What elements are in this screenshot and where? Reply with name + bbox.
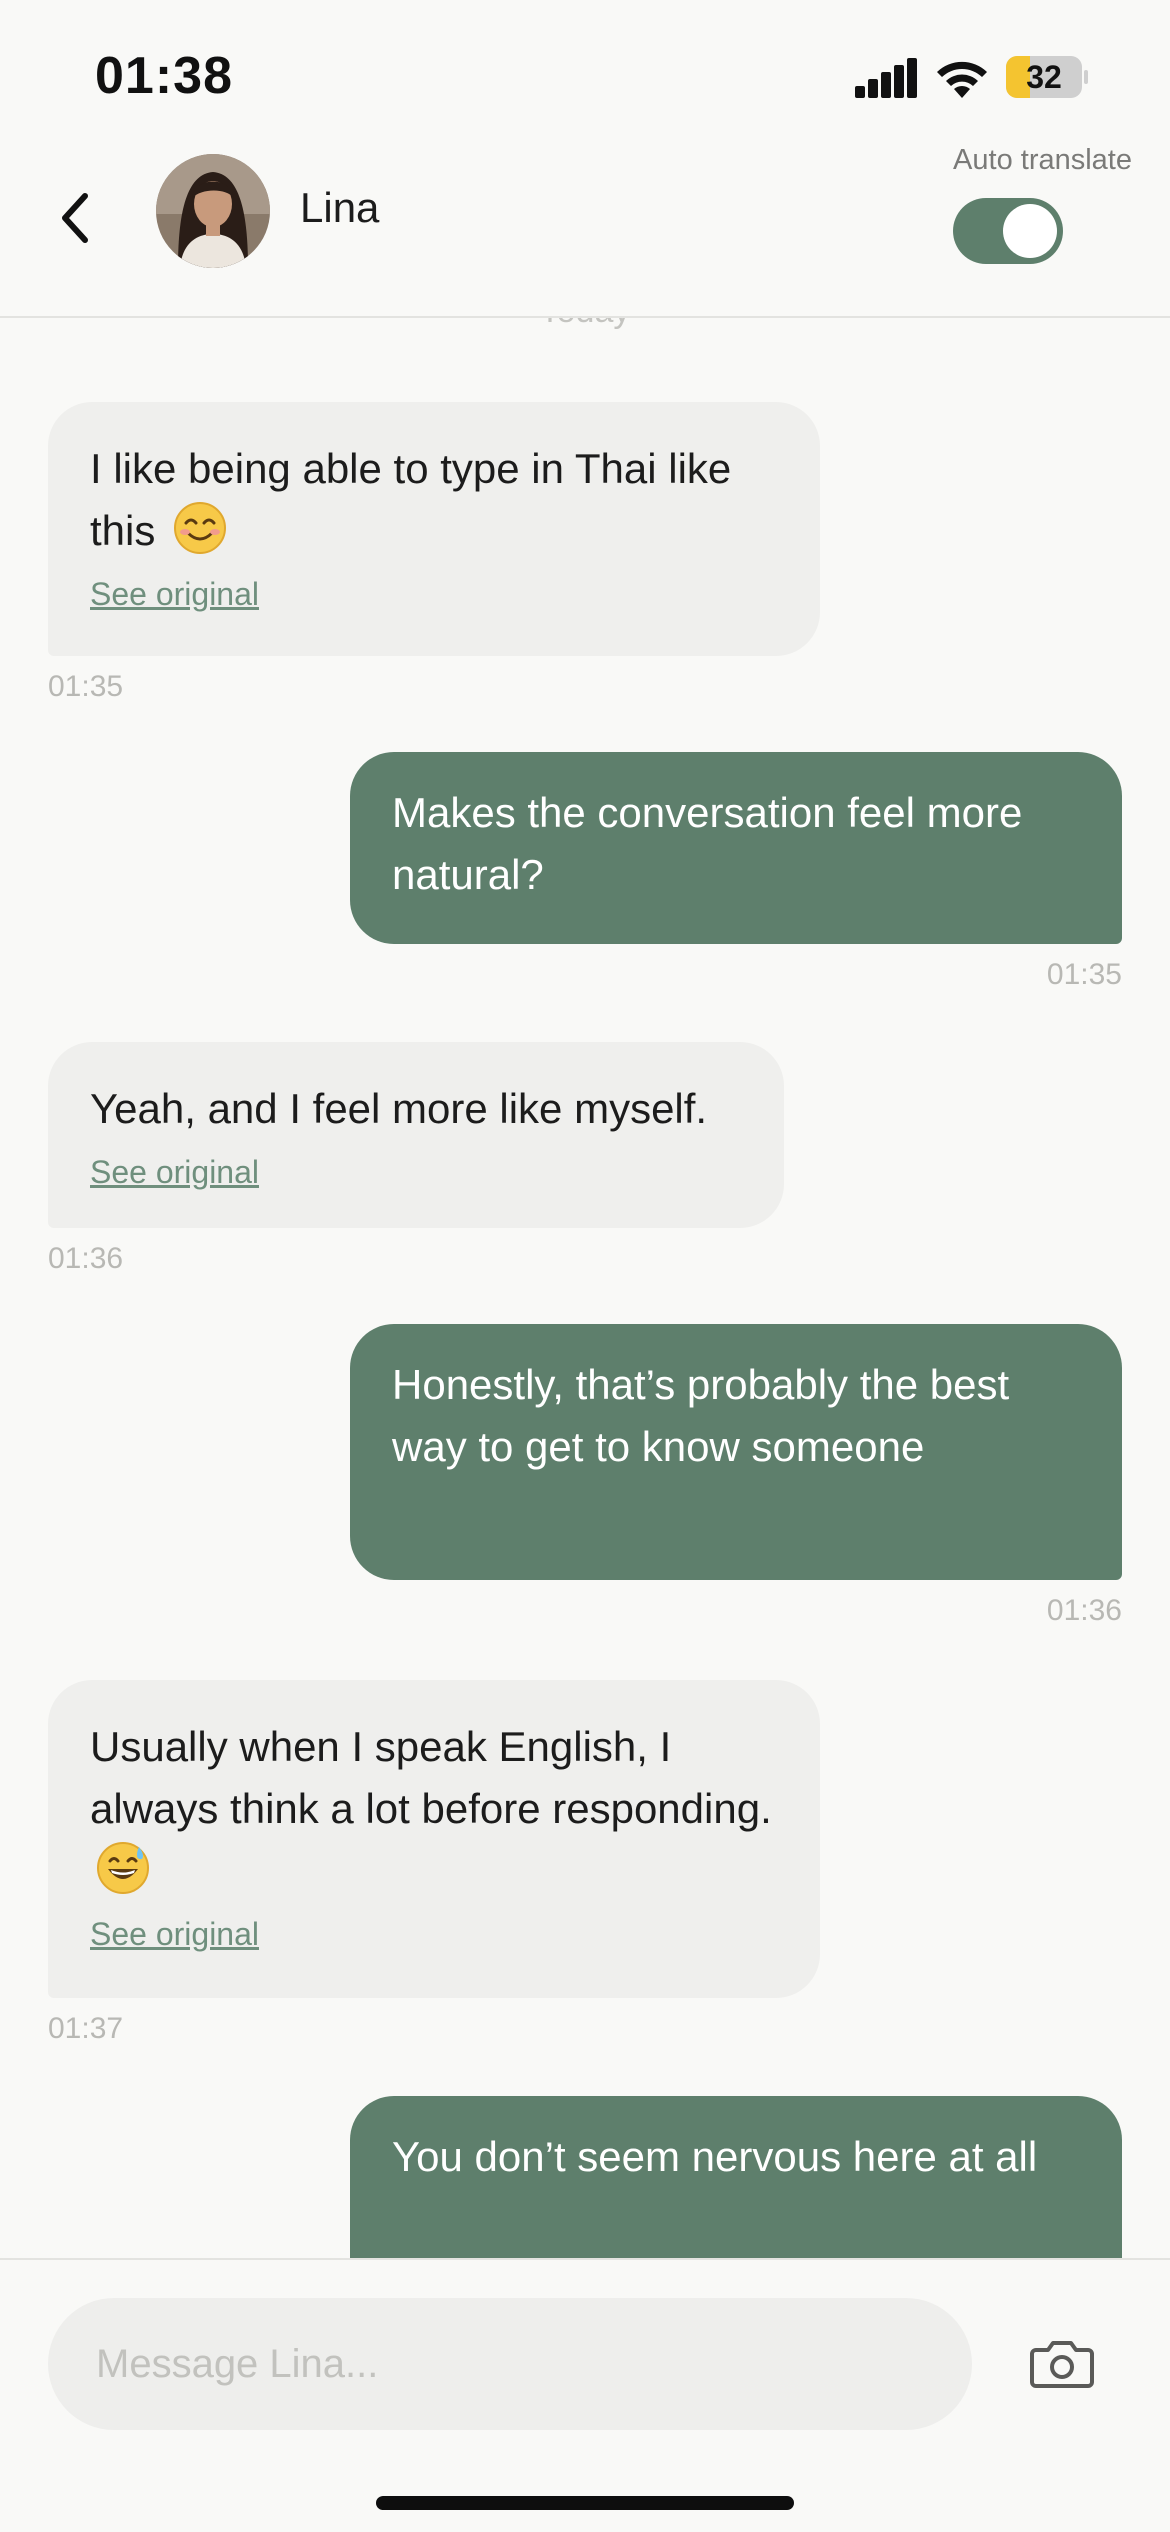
incoming-message-bubble: I like being able to type in Thai like t… bbox=[48, 402, 820, 656]
outgoing-message-bubble: Makes the conversation feel more natural… bbox=[350, 752, 1122, 944]
status-bar: 01:38 32 bbox=[0, 0, 1170, 140]
home-indicator bbox=[376, 2496, 794, 2510]
day-divider: Today bbox=[0, 318, 1170, 331]
outgoing-message-bubble: You don’t seem nervous here at all bbox=[350, 2096, 1122, 2260]
avatar[interactable] bbox=[156, 154, 270, 268]
message-text: Yeah, and I feel more like myself. bbox=[90, 1085, 708, 1132]
message-text: Usually when I speak English, I always t… bbox=[90, 1723, 772, 1832]
battery-icon: 32 bbox=[1006, 56, 1088, 98]
chat-screen: 01:38 32 Lina Auto translate I like bein… bbox=[0, 0, 1170, 2532]
auto-translate-toggle[interactable] bbox=[953, 198, 1063, 264]
status-time: 01:38 bbox=[95, 47, 233, 105]
message-list[interactable]: Today I like being able to type in Thai … bbox=[0, 318, 1170, 2260]
see-original-link[interactable]: See original bbox=[90, 1914, 778, 1954]
message-text: Makes the conversation feel more natural… bbox=[392, 789, 1023, 898]
message-input[interactable] bbox=[48, 2298, 972, 2430]
message-text: You don’t seem nervous here at all bbox=[392, 2133, 1038, 2180]
incoming-message-bubble: Yeah, and I feel more like myself. See o… bbox=[48, 1042, 784, 1228]
message-timestamp: 01:35 bbox=[48, 670, 124, 703]
message-timestamp: 01:36 bbox=[1046, 1594, 1122, 1627]
battery-percent: 32 bbox=[1026, 59, 1062, 95]
see-original-link[interactable]: See original bbox=[90, 1152, 742, 1192]
toggle-knob bbox=[1003, 204, 1057, 258]
chat-header: Lina Auto translate bbox=[0, 140, 1170, 318]
wifi-icon bbox=[937, 61, 987, 98]
message-timestamp: 01:37 bbox=[48, 2012, 124, 2045]
auto-translate-label: Auto translate bbox=[953, 144, 1132, 176]
smiling-face-emoji bbox=[174, 502, 227, 554]
chevron-left-icon bbox=[62, 193, 88, 243]
back-button[interactable] bbox=[40, 178, 110, 258]
grinning-sweat-emoji bbox=[97, 1842, 149, 1894]
contact-name: Lina bbox=[300, 184, 380, 231]
message-text: Honestly, that’s probably the best way t… bbox=[392, 1361, 1010, 1470]
message-composer bbox=[0, 2258, 1170, 2532]
message-timestamp: 01:35 bbox=[1046, 958, 1122, 991]
see-original-link[interactable]: See original bbox=[90, 574, 778, 614]
outgoing-message-bubble: Honestly, that’s probably the best way t… bbox=[350, 1324, 1122, 1580]
message-timestamp: 01:36 bbox=[48, 1242, 124, 1275]
incoming-message-bubble: Usually when I speak English, I always t… bbox=[48, 1680, 820, 1998]
cellular-signal-icon bbox=[855, 58, 917, 98]
camera-button[interactable] bbox=[1020, 2326, 1104, 2402]
camera-icon bbox=[1030, 2341, 1094, 2388]
